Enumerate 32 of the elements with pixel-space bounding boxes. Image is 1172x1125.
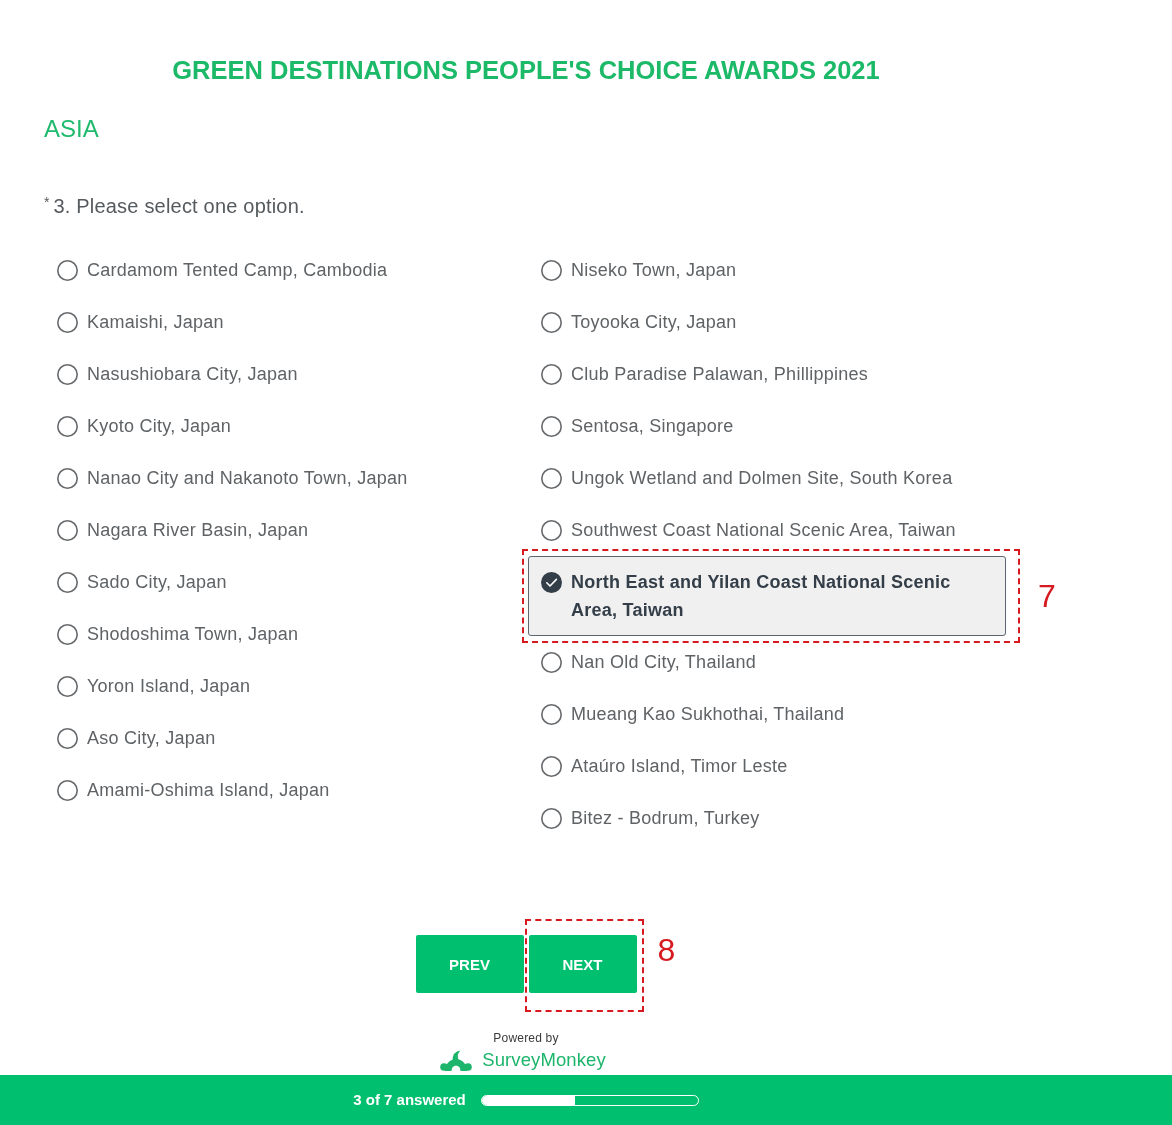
radio-option[interactable]: Sado City, Japan xyxy=(44,556,240,608)
section-heading: ASIA xyxy=(44,114,99,144)
radio-option[interactable]: Southwest Coast National Scenic Area, Taiwan xyxy=(528,504,969,556)
progress-label: 3 of 7 answered xyxy=(353,1090,466,1110)
radio-option[interactable]: Shodoshima Town, Japan xyxy=(44,608,312,660)
radio-option[interactable]: Niseko Town, Japan xyxy=(528,244,750,296)
radio-option[interactable]: Cardamom Tented Camp, Cambodia xyxy=(44,244,401,296)
radio-option[interactable]: Mueang Kao Sukhothai, Thailand xyxy=(528,688,858,740)
radio-option[interactable]: Ataúro Island, Timor Leste xyxy=(528,740,801,792)
logo-icon xyxy=(440,1049,473,1071)
radio-option[interactable]: Bitez - Bodrum, Turkey xyxy=(528,792,773,844)
radio-option[interactable]: Toyooka City, Japan xyxy=(528,296,750,348)
radio-option[interactable]: Club Paradise Palawan, Phillippines xyxy=(528,348,881,400)
radio-option[interactable]: Aso City, Japan xyxy=(44,712,229,764)
radio-option[interactable]: Nan Old City, Thailand xyxy=(528,636,769,688)
callout-number: 8 xyxy=(657,932,676,968)
survey-title: GREEN DESTINATIONS PEOPLE'S CHOICE AWARDS 2021 xyxy=(172,55,880,85)
powered-by-caption: Powered by xyxy=(493,1030,559,1046)
radio-option[interactable]: Ungok Wetland and Dolmen Site, South Korea xyxy=(528,452,966,504)
callout-number: 7 xyxy=(1038,578,1056,614)
radio-option[interactable]: Yoron Island, Japan xyxy=(44,660,264,712)
radio-option[interactable]: Nanao City and Nakanoto Town, Japan xyxy=(44,452,421,504)
radio-option[interactable]: Amami-Oshima Island, Japan xyxy=(44,764,343,816)
radio-option[interactable]: Kamaishi, Japan xyxy=(44,296,237,348)
radio-option[interactable]: Sentosa, Singapore xyxy=(528,400,747,452)
radio-option[interactable]: North East and Yilan Coast National Scenic Area, Taiwan xyxy=(528,556,1006,636)
brand-name: SurveyMonkey xyxy=(482,1049,606,1071)
question-text: 3. Please select one option. xyxy=(53,194,305,219)
radio-option[interactable]: Nagara River Basin, Japan xyxy=(44,504,322,556)
required-mark: * xyxy=(44,193,50,212)
radio-option[interactable]: Kyoto City, Japan xyxy=(44,400,244,452)
radio-option[interactable]: Nasushiobara City, Japan xyxy=(44,348,311,400)
